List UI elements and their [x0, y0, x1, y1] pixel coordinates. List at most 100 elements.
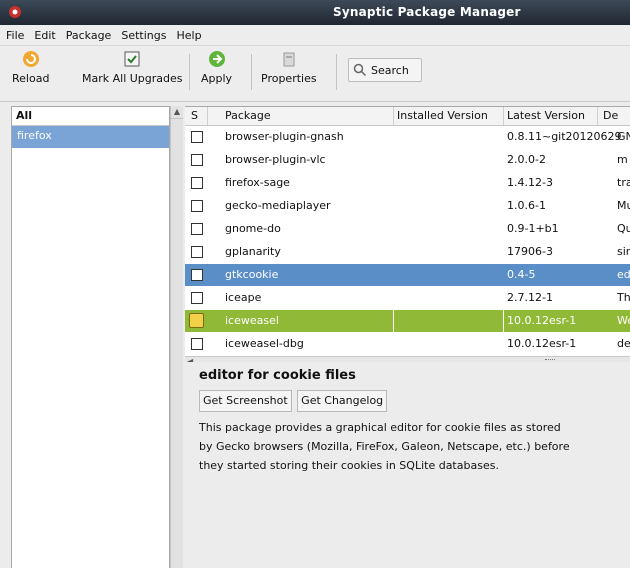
menu-bar: File Edit Package Settings Help [0, 25, 630, 46]
column-separator [393, 310, 394, 332]
column-separator [207, 107, 208, 125]
mark-all-label: Mark All Upgrades [82, 72, 183, 85]
column-installed-version[interactable]: Installed Version [397, 109, 488, 122]
package-row[interactable]: browser-plugin-gnash 0.8.11~git20120629 … [185, 126, 630, 149]
package-description: Qu [617, 222, 630, 235]
synaptic-window: Synaptic Package Manager File Edit Packa… [0, 0, 630, 568]
status-checkbox[interactable] [191, 177, 203, 189]
description-line: This package provides a graphical editor… [199, 421, 561, 434]
package-row[interactable]: gplanarity 17906-3 sir [185, 241, 630, 264]
package-name: iceweasel [225, 314, 279, 327]
package-row[interactable]: firefox-sage 1.4.12-3 tra [185, 172, 630, 195]
package-description: m [617, 153, 628, 166]
detail-buttons: Get Screenshot Get Changelog [199, 390, 389, 412]
menu-package[interactable]: Package [66, 29, 112, 42]
reload-label: Reload [12, 72, 50, 85]
search-button[interactable]: Search [348, 58, 422, 82]
column-separator [503, 310, 504, 332]
package-name: browser-plugin-vlc [225, 153, 326, 166]
package-description: sir [617, 245, 630, 258]
latest-version: 0.4-5 [507, 268, 536, 281]
latest-version: 1.0.6-1 [507, 199, 546, 212]
status-checkbox[interactable] [191, 292, 203, 304]
package-row[interactable]: iceweasel-dbg 10.0.12esr-1 de [185, 333, 630, 356]
package-list: S Package Installed Version Latest Versi… [185, 106, 630, 357]
status-checkbox[interactable] [191, 223, 203, 235]
latest-version: 0.9-1+b1 [507, 222, 559, 235]
installed-status-icon[interactable] [189, 313, 204, 328]
toolbar-separator [336, 54, 337, 90]
apply-button[interactable]: Apply [201, 50, 232, 85]
get-screenshot-button[interactable]: Get Screenshot [199, 390, 292, 412]
column-status[interactable]: S [191, 109, 198, 122]
package-row[interactable]: gecko-mediaplayer 1.0.6-1 Mu [185, 195, 630, 218]
toolbar: Reload Mark All Upgrades Apply Propertie… [0, 46, 630, 102]
title-bar[interactable]: Synaptic Package Manager [0, 0, 630, 25]
menu-settings[interactable]: Settings [121, 29, 166, 42]
search-label: Search [371, 63, 409, 77]
latest-version: 2.0.0-2 [507, 153, 546, 166]
package-row[interactable]: browser-plugin-vlc 2.0.0-2 m [185, 149, 630, 172]
latest-version: 10.0.12esr-1 [507, 337, 577, 350]
mark-all-upgrades-button[interactable]: Mark All Upgrades [82, 50, 183, 85]
latest-version: 1.4.12-3 [507, 176, 553, 189]
status-checkbox[interactable] [191, 338, 203, 350]
package-row[interactable]: gnome-do 0.9-1+b1 Qu [185, 218, 630, 241]
package-description-text: This package provides a graphical editor… [199, 418, 619, 475]
package-name: iceape [225, 291, 262, 304]
package-description: tra [617, 176, 630, 189]
column-latest-version[interactable]: Latest Version [507, 109, 585, 122]
column-separator [597, 107, 598, 125]
package-description: Th [617, 291, 630, 304]
package-row[interactable]: iceape 2.7.12-1 Th [185, 287, 630, 310]
properties-icon [283, 52, 295, 67]
package-name: gecko-mediaplayer [225, 199, 331, 212]
description-line: they started storing their cookies in SQ… [199, 459, 499, 472]
description-line: by Gecko browsers (Mozilla, FireFox, Gal… [199, 440, 570, 453]
apply-label: Apply [201, 72, 233, 85]
filter-item-firefox[interactable]: firefox [12, 126, 169, 148]
toolbar-separator [251, 54, 252, 90]
column-package[interactable]: Package [225, 109, 271, 122]
reload-button[interactable]: Reload [12, 50, 49, 85]
status-checkbox[interactable] [191, 246, 203, 258]
status-checkbox[interactable] [191, 131, 203, 143]
menu-edit[interactable]: Edit [34, 29, 55, 42]
apply-icon [208, 51, 225, 67]
latest-version: 10.0.12esr-1 [507, 314, 577, 327]
package-name: gnome-do [225, 222, 281, 235]
filter-list: All firefox [11, 106, 170, 568]
status-checkbox[interactable] [191, 200, 203, 212]
package-description: Mu [617, 199, 630, 212]
package-name: firefox-sage [225, 176, 290, 189]
get-changelog-button[interactable]: Get Changelog [297, 390, 388, 412]
package-name: iceweasel-dbg [225, 337, 304, 350]
menu-file[interactable]: File [6, 29, 24, 42]
search-icon [353, 63, 367, 77]
package-summary: editor for cookie files [199, 368, 356, 383]
package-details: editor for cookie files Get Screenshot G… [185, 362, 630, 568]
package-description: GN [617, 130, 630, 143]
menu-help[interactable]: Help [176, 29, 201, 42]
column-description[interactable]: De [603, 109, 618, 122]
package-description: We [617, 314, 630, 327]
latest-version: 0.8.11~git20120629 [507, 130, 622, 143]
properties-button[interactable]: Properties [261, 50, 317, 85]
reload-icon [22, 51, 39, 67]
status-checkbox[interactable] [191, 269, 203, 281]
filter-header[interactable]: All [12, 107, 169, 126]
toolbar-separator [189, 54, 190, 90]
latest-version: 17906-3 [507, 245, 553, 258]
package-list-header: S Package Installed Version Latest Versi… [185, 107, 630, 126]
window-title: Synaptic Package Manager [333, 5, 521, 19]
filter-scrollbar[interactable]: ▲ [170, 106, 183, 568]
package-description: ed [617, 268, 630, 281]
package-row-installed[interactable]: iceweasel 10.0.12esr-1 We [185, 310, 630, 333]
mark-upgrades-icon [124, 51, 140, 67]
package-description: de [617, 337, 630, 350]
package-row-selected[interactable]: gtkcookie 0.4-5 ed [185, 264, 630, 287]
column-separator [393, 107, 394, 125]
scroll-up-icon[interactable]: ▲ [171, 106, 183, 119]
status-checkbox[interactable] [191, 154, 203, 166]
column-separator [503, 107, 504, 125]
